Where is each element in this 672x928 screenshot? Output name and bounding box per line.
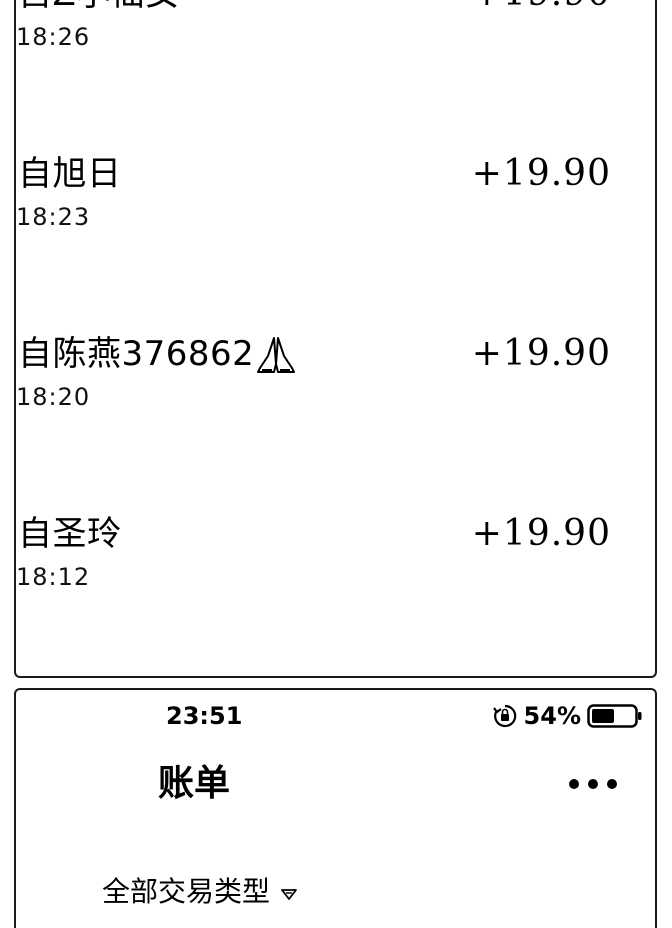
transaction-name-row: 自陈燕376862 [18, 334, 298, 374]
transaction-item[interactable]: 自圣玲 +19.90 18:12 [16, 513, 655, 676]
transaction-amount: +19.90 [471, 153, 611, 194]
pray-hands-icon [257, 337, 296, 373]
status-right: 54% [492, 702, 643, 730]
orientation-lock-icon [492, 704, 516, 728]
transaction-item[interactable]: 自Z小仙女 +19.90 18:26 [16, 0, 655, 144]
transaction-list-panel: 自Z小仙女 +19.90 18:26 自旭日 +19.90 18:23 自陈燕3… [14, 0, 657, 678]
transaction-amount: +19.90 [471, 333, 611, 374]
transaction-time: 18:12 [16, 563, 91, 591]
page-title: 账单 [158, 763, 231, 804]
transaction-name: 自旭日 [18, 154, 122, 194]
transaction-item[interactable]: 自陈燕376862 +19.90 18:20 [16, 333, 655, 504]
transaction-time: 18:23 [16, 203, 91, 231]
status-time: 23:51 [166, 702, 243, 730]
transaction-amount: +19.90 [471, 513, 611, 554]
caret-down-icon [281, 889, 297, 900]
battery-percent: 54% [523, 702, 581, 730]
transaction-type-filter[interactable]: 全部交易类型 [102, 874, 298, 910]
transaction-time: 18:20 [16, 383, 91, 411]
transaction-name: 自Z小仙女 [18, 0, 180, 14]
bill-screen-panel: 23:51 54% 账单 全部交易类型 [14, 688, 657, 928]
battery-icon [587, 704, 642, 728]
more-dots-icon[interactable] [567, 774, 619, 794]
transaction-item[interactable]: 自旭日 +19.90 18:23 [16, 153, 655, 324]
transaction-time: 18:26 [16, 23, 91, 51]
transaction-name: 自圣玲 [18, 514, 122, 554]
transaction-amount: +19.90 [472, 0, 611, 14]
transaction-name: 自陈燕376862 [18, 334, 255, 374]
filter-label: 全部交易类型 [102, 875, 271, 908]
